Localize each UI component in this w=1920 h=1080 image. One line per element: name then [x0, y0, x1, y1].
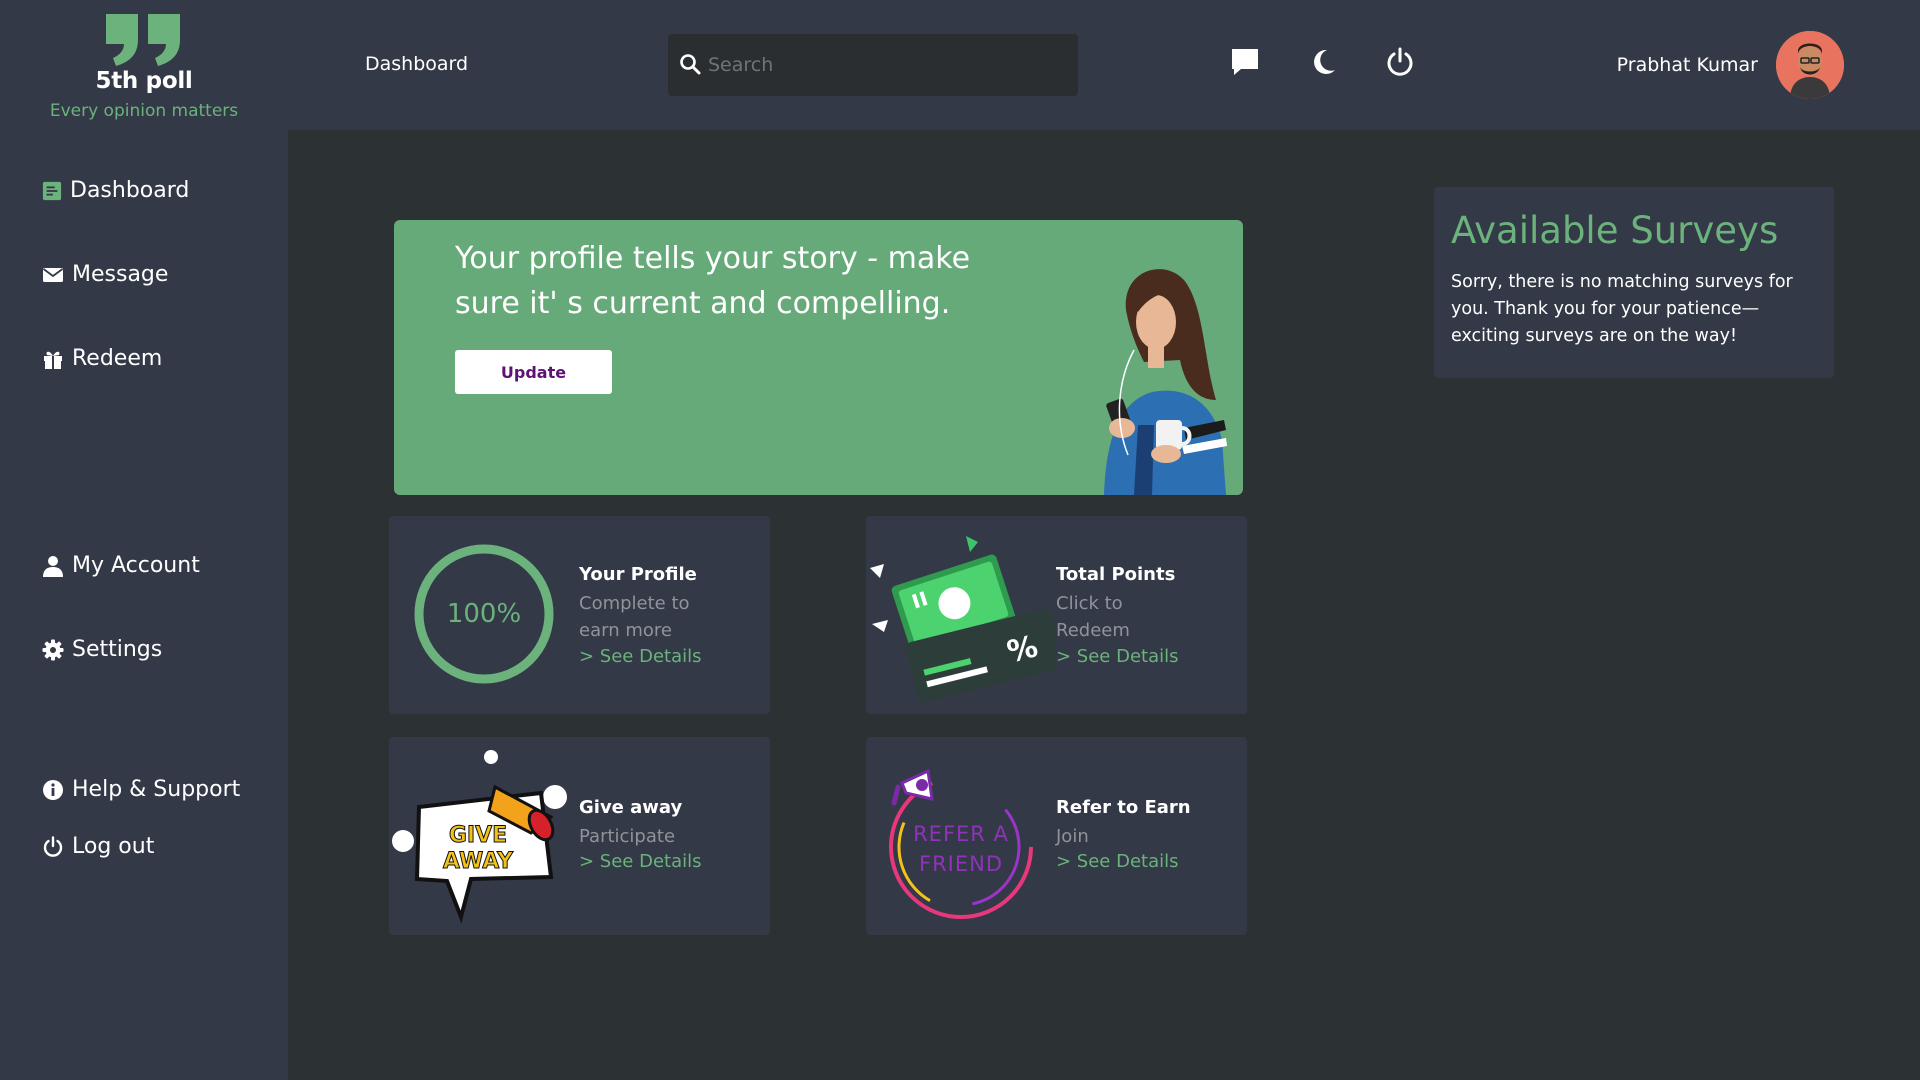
- see-details-link[interactable]: > See Details: [579, 646, 702, 667]
- moon-icon[interactable]: [1307, 46, 1339, 78]
- sidebar-item-label: My Account: [72, 553, 200, 578]
- give-away-art-line: AWAY: [442, 849, 514, 875]
- quote-mark-icon: [106, 14, 180, 66]
- refer-friend-art-text: REFER A FRIEND: [888, 819, 1034, 879]
- card-title: Total Points: [1056, 564, 1176, 585]
- sidebar-item-label: Log out: [72, 834, 155, 859]
- card-desc-line: earn more: [579, 620, 672, 641]
- see-details-link[interactable]: > See Details: [1056, 851, 1179, 872]
- dashboard-icon: [42, 181, 62, 200]
- sidebar-item-message[interactable]: Message: [42, 262, 168, 287]
- envelope-icon: [42, 267, 64, 282]
- brand-logo[interactable]: 5th poll Every opinion matters: [0, 14, 288, 121]
- sidebar-item-redeem[interactable]: Redeem: [42, 346, 162, 371]
- sidebar-item-log-out[interactable]: Log out: [42, 834, 154, 859]
- card-description: Join: [1056, 826, 1089, 847]
- refer-friend-art: REFER A FRIEND: [876, 747, 1046, 927]
- sidebar-item-help-support[interactable]: Help & Support: [42, 777, 240, 802]
- give-away-art-line: GIVE: [448, 823, 508, 849]
- card-desc-line: Redeem: [1056, 620, 1130, 641]
- refer-friend-art-line: REFER A: [913, 822, 1009, 846]
- gear-icon: [42, 639, 64, 660]
- see-details-link[interactable]: > See Details: [579, 851, 702, 872]
- banner-line-1: Your profile tells your story - make: [455, 241, 971, 276]
- give-away-art-text: GIVE AWAY: [425, 823, 531, 875]
- user-icon: [43, 555, 63, 577]
- user-portrait: [1776, 31, 1844, 99]
- refer-friend-art-line: FRIEND: [918, 852, 1003, 876]
- card-title: Your Profile: [579, 564, 697, 585]
- info-icon: [43, 779, 63, 800]
- update-button[interactable]: Update: [455, 350, 612, 394]
- see-details-link[interactable]: > See Details: [1056, 646, 1179, 667]
- surveys-empty-message: Sorry, there is no matching surveys for …: [1451, 272, 1793, 346]
- banner-line-2: sure it' s current and compelling.: [455, 286, 951, 321]
- avatar[interactable]: [1776, 31, 1844, 99]
- sidebar-item-settings[interactable]: Settings: [42, 637, 162, 662]
- banner-message: Your profile tells your story - make sur…: [455, 236, 1015, 326]
- sidebar-item-label: Settings: [72, 637, 163, 662]
- card-title: Refer to Earn: [1056, 797, 1191, 818]
- profile-progress-label: 100%: [446, 599, 522, 629]
- cash-card-icon: %: [870, 536, 1056, 703]
- profile-banner: Your profile tells your story - make sur…: [394, 220, 1243, 495]
- search-icon: [680, 54, 701, 75]
- brand-tagline: Every opinion matters: [49, 101, 239, 121]
- card-title: Give away: [579, 797, 683, 818]
- page-title: Dashboard: [365, 53, 469, 75]
- surveys-title: Available Surveys: [1451, 209, 1779, 252]
- user-name[interactable]: Prabhat Kumar: [1617, 54, 1758, 76]
- card-description: Click to Redeem: [1056, 590, 1130, 644]
- sidebar-item-my-account[interactable]: My Account: [42, 553, 200, 578]
- refer-to-earn-card[interactable]: REFER A FRIEND Refer to Earn Join > See …: [866, 737, 1247, 935]
- card-desc-line: Complete to: [579, 593, 690, 614]
- sidebar-item-label: Dashboard: [70, 178, 190, 203]
- card-description: Complete to earn more: [579, 590, 690, 644]
- card-desc-line: Click to: [1056, 593, 1123, 614]
- sidebar-item-label: Message: [72, 262, 169, 287]
- gift-icon: [44, 351, 62, 369]
- your-profile-card[interactable]: 100% Your Profile Complete to earn more …: [389, 516, 770, 714]
- give-away-card[interactable]: GIVE AWAY Give away Participate > See De…: [389, 737, 770, 935]
- sidebar-item-label: Redeem: [72, 346, 163, 371]
- total-points-card[interactable]: % Total Points Click to Redeem > See Det…: [866, 516, 1247, 714]
- power-icon[interactable]: [1384, 46, 1416, 78]
- card-description: Participate: [579, 826, 676, 847]
- power-icon: [43, 835, 63, 857]
- top-bar: 5th poll Every opinion matters Dashboard…: [0, 0, 1920, 130]
- available-surveys-panel: Available Surveys Sorry, there is no mat…: [1434, 187, 1834, 378]
- give-away-art: GIVE AWAY: [391, 747, 577, 927]
- sidebar-item-label: Help & Support: [72, 777, 241, 802]
- sidebar-item-dashboard[interactable]: Dashboard: [42, 178, 189, 203]
- brand-name: 5th poll: [95, 68, 193, 94]
- woman-with-phone-illustration: [1104, 269, 1227, 495]
- search-box[interactable]: [668, 34, 1078, 96]
- chat-icon[interactable]: [1229, 46, 1261, 78]
- search-input[interactable]: [708, 34, 1068, 96]
- sidebar: Dashboard Message Redeem My Account Sett…: [0, 130, 288, 1080]
